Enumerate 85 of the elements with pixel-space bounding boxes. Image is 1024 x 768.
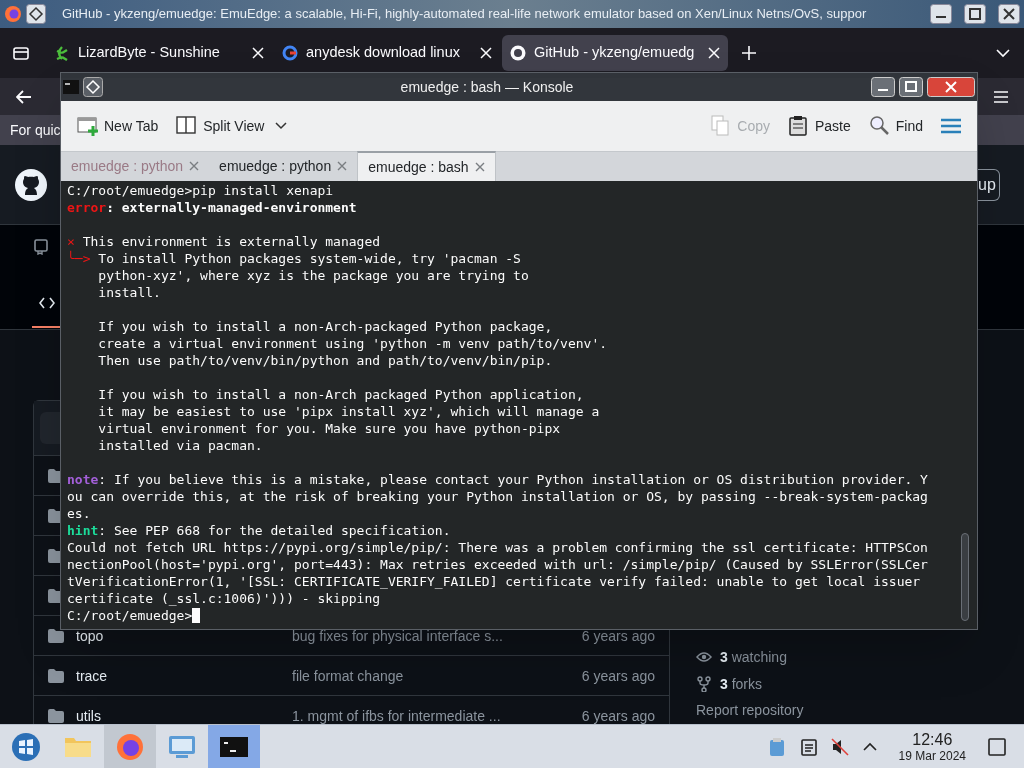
report-repository-link[interactable]: Report repository bbox=[696, 700, 804, 722]
window-title: emuedge : bash — Konsole bbox=[399, 77, 575, 97]
terminal-icon bbox=[63, 80, 79, 94]
commit-age-text: 6 years ago bbox=[581, 667, 655, 684]
commit-message-link[interactable]: file format change bbox=[292, 667, 404, 684]
minimize-icon[interactable] bbox=[930, 4, 952, 24]
terminal-line: tVerificationError(1, '[SSL: CERTIFICATE_VERIFY_FAILED] certificate verify failed: unable to get local issuer bbox=[67, 573, 922, 590]
commit-message-link[interactable]: 1. mgmt of ifbs for intermediate ... bbox=[292, 707, 501, 724]
terminal-line: es. bbox=[67, 505, 92, 522]
paste-button[interactable]: Paste bbox=[787, 115, 851, 137]
browser-tab[interactable]: anydesk download linux bbox=[274, 35, 500, 71]
clipboard-icon bbox=[787, 115, 810, 137]
show-desktop-icon[interactable] bbox=[988, 737, 1006, 756]
terminal-line: create a virtual environment using 'python -m venv path/to/venv'. bbox=[97, 335, 609, 352]
notes-icon[interactable] bbox=[800, 737, 817, 756]
split-view-button[interactable]: Split View bbox=[176, 115, 288, 137]
terminal-line: C:/root/emuedge>pip install xenapi bbox=[67, 182, 335, 199]
notification-text: For quic bbox=[10, 120, 61, 140]
keep-above-icon[interactable] bbox=[26, 4, 46, 24]
close-icon[interactable] bbox=[998, 4, 1020, 24]
terminal-line: it may be easiest to use 'pipx install xyz', which will manage a bbox=[97, 403, 601, 420]
tab-underline bbox=[32, 326, 62, 328]
terminal-line: If you wish to install a non-Arch-packaged Python package, bbox=[97, 318, 554, 335]
fork-icon bbox=[696, 676, 712, 692]
folder-icon bbox=[48, 668, 64, 683]
maximize-icon[interactable] bbox=[964, 4, 986, 24]
chevron-up-icon[interactable] bbox=[862, 742, 877, 751]
folder-name-link[interactable]: trace bbox=[76, 667, 108, 684]
find-button[interactable]: Find bbox=[868, 115, 923, 137]
folder-name-link[interactable]: topo bbox=[76, 627, 104, 644]
muted-speaker-icon[interactable] bbox=[830, 737, 849, 756]
terminal-line: install. bbox=[97, 284, 162, 301]
clock-date: 19 Mar 2024 bbox=[898, 749, 966, 762]
sign-up-button[interactable]: up bbox=[978, 168, 1000, 201]
commit-age-text: 6 years ago bbox=[581, 627, 655, 644]
minimize-icon[interactable] bbox=[871, 77, 895, 97]
terminal-line: installed via pacman. bbox=[97, 437, 264, 454]
repo-icon bbox=[34, 239, 48, 255]
terminal-line: nectionPool(host='pypi.org', port=443): Max retries exceeded with url: /simple/pip/ (Caused by SSLError(SSLCer bbox=[67, 556, 929, 573]
keep-above-icon[interactable] bbox=[83, 77, 103, 97]
commit-message-link[interactable]: bug fixes for physical interface s... bbox=[292, 627, 503, 644]
code-icon[interactable] bbox=[39, 297, 55, 309]
terminal-line: Then use path/to/venv/bin/python and path/to/venv/bin/pip. bbox=[97, 352, 554, 369]
menu-icon[interactable] bbox=[941, 118, 961, 134]
window-title: GitHub - ykzeng/emuedge: EmuEdge: a scalable, Hi-Fi, highly-automated real-life network emulator based on Xen/Linux Netns/OvS, suppor bbox=[62, 5, 867, 24]
terminal-line: virtual environment for you. Make sure you have python-pipx bbox=[97, 420, 562, 437]
terminal-line: ╰─> To install Python packages system-wide, try 'pacman -S bbox=[67, 250, 522, 267]
terminal-line: error: externally-managed-environment bbox=[67, 199, 358, 216]
browser-tab[interactable]: GitHub - ykzeng/emuedg bbox=[502, 35, 728, 71]
terminal-line: hint: See PEP 668 for the detailed specification. bbox=[67, 522, 452, 539]
terminal-tab[interactable]: emuedge : python bbox=[209, 151, 358, 181]
terminal-line: ou can override this, at the risk of breaking your Python installation or OS, by passing --break-system-packag bbox=[67, 488, 929, 505]
clock[interactable]: 12:46 19 Mar 2024 bbox=[898, 731, 966, 762]
terminal-line: C:/root/emuedge> bbox=[67, 607, 977, 624]
new-tab-icon[interactable] bbox=[742, 46, 756, 60]
split-view-icon bbox=[176, 115, 199, 137]
terminal-tab[interactable]: emuedge : bash bbox=[357, 151, 496, 181]
start-orb-icon bbox=[10, 730, 42, 763]
back-arrow-icon[interactable] bbox=[16, 89, 32, 104]
forks-link[interactable]: 3 forks bbox=[720, 673, 763, 695]
terminal-line: × This environment is externally managed bbox=[67, 233, 382, 250]
taskbar-app[interactable] bbox=[208, 724, 260, 768]
folder-icon bbox=[48, 708, 64, 723]
terminal-line: certificate (_ssl.c:1006)'))) - skipping bbox=[67, 590, 382, 607]
clipboard-icon[interactable] bbox=[768, 736, 785, 757]
scrollbar-thumb[interactable] bbox=[961, 533, 969, 621]
new-tab-icon bbox=[77, 115, 99, 137]
terminal-line: note: If you believe this is a mistake, please contact your Python installation or OS distribution provider. Y bbox=[67, 471, 929, 488]
commit-age-text: 6 years ago bbox=[581, 707, 655, 724]
maximize-icon[interactable] bbox=[899, 77, 923, 97]
terminal-line: Could not fetch URL https://pypi.org/simple/pip/: There was a problem confirming the ssl certificate: HTTPSCon bbox=[67, 539, 929, 556]
new-tab-button[interactable]: New Tab bbox=[77, 115, 159, 137]
watching-link[interactable]: 3 watching bbox=[720, 646, 787, 668]
folder-name-link[interactable]: utils bbox=[76, 707, 101, 724]
chevron-down-icon[interactable] bbox=[996, 48, 1010, 58]
chevron-down-icon bbox=[275, 122, 288, 130]
tab-list-icon[interactable] bbox=[12, 44, 30, 62]
clock-time: 12:46 bbox=[912, 731, 953, 748]
github-logo-icon bbox=[15, 168, 47, 201]
search-icon bbox=[868, 115, 891, 137]
browser-tab[interactable]: LizardByte - Sunshine bbox=[46, 35, 272, 71]
terminal-line: If you wish to install a non-Arch packaged Python application, bbox=[97, 386, 585, 403]
folder-icon bbox=[48, 628, 64, 643]
lizard-icon bbox=[54, 45, 70, 61]
terminal-line: python-xyz', where xyz is the package you are trying to bbox=[97, 267, 530, 284]
